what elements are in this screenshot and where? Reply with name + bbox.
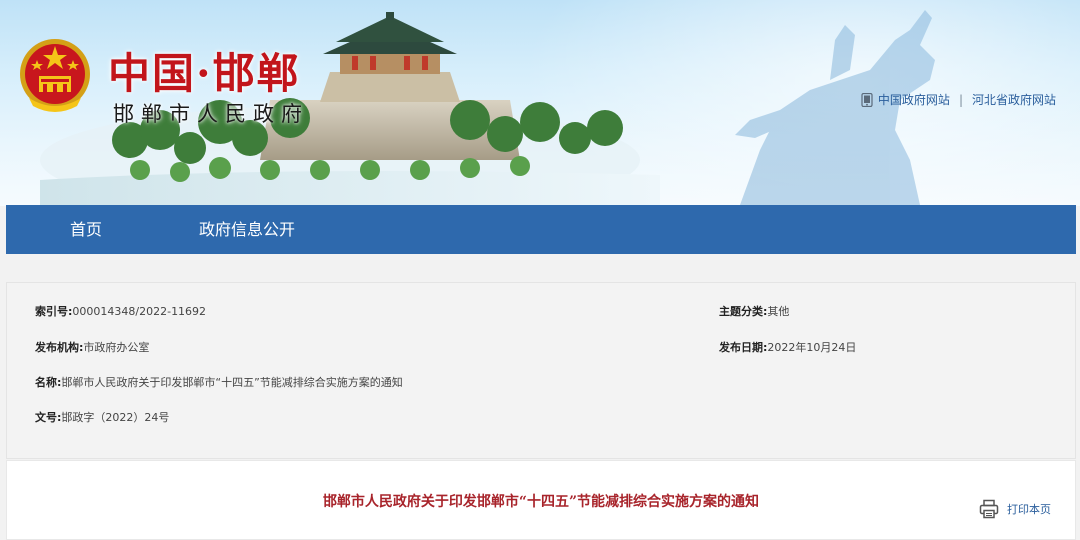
meta-index-value: 000014348/2022-11692 [72, 305, 207, 318]
meta-docno: 文号:邯政字（2022）24号 [35, 409, 169, 425]
document-metadata: 索引号:000014348/2022-11692 主题分类:其他 发布机构:市政… [6, 282, 1076, 459]
link-china-gov[interactable]: 中国政府网站 [878, 91, 950, 108]
meta-org: 发布机构:市政府办公室 [35, 339, 149, 355]
nav-item-gov-info[interactable]: 政府信息公开 [199, 205, 295, 254]
link-hebei-gov[interactable]: 河北省政府网站 [972, 91, 1056, 108]
print-button[interactable]: 打印本页 [979, 499, 1051, 519]
meta-topic-value: 其他 [767, 305, 790, 318]
meta-date-value: 2022年10月24日 [767, 341, 857, 354]
meta-index: 索引号:000014348/2022-11692 [35, 303, 206, 319]
site-title: 中国·邯郸 [108, 49, 301, 98]
nav-item-home[interactable]: 首页 [70, 205, 102, 254]
meta-docno-value: 邯政字（2022）24号 [61, 411, 170, 424]
meta-org-value: 市政府办公室 [83, 341, 150, 354]
meta-index-label: 索引号: [35, 305, 73, 318]
meta-docno-label: 文号: [35, 411, 62, 424]
meta-name-label: 名称: [35, 376, 62, 389]
meta-date-label: 发布日期: [719, 341, 768, 354]
meta-org-label: 发布机构: [35, 341, 84, 354]
main-nav: 首页 政府信息公开 [6, 205, 1076, 254]
meta-name: 名称:邯郸市人民政府关于印发邯郸市“十四五”节能减排综合实施方案的通知 [35, 374, 403, 390]
meta-topic-label: 主题分类: [719, 305, 768, 318]
site-header: 中国·邯郸 邯郸市人民政府 中国政府网站 | 河北省政府网站 [0, 0, 1080, 206]
meta-date: 发布日期:2022年10月24日 [719, 339, 856, 355]
meta-topic: 主题分类:其他 [719, 303, 789, 319]
mobile-phone-icon [861, 92, 873, 107]
printer-icon [979, 499, 999, 519]
site-subtitle: 邯郸市人民政府 [113, 102, 309, 126]
meta-name-value: 邯郸市人民政府关于印发邯郸市“十四五”节能减排综合实施方案的通知 [61, 376, 403, 389]
link-separator: | [958, 92, 963, 107]
document-content: 邯郸市人民政府关于印发邯郸市“十四五”节能减排综合实施方案的通知 打印本页 [6, 460, 1076, 540]
document-title: 邯郸市人民政府关于印发邯郸市“十四五”节能减排综合实施方案的通知 [322, 494, 760, 510]
print-label: 打印本页 [1007, 503, 1051, 516]
top-links: 中国政府网站 | 河北省政府网站 [861, 91, 1056, 108]
national-emblem-icon [20, 39, 90, 112]
